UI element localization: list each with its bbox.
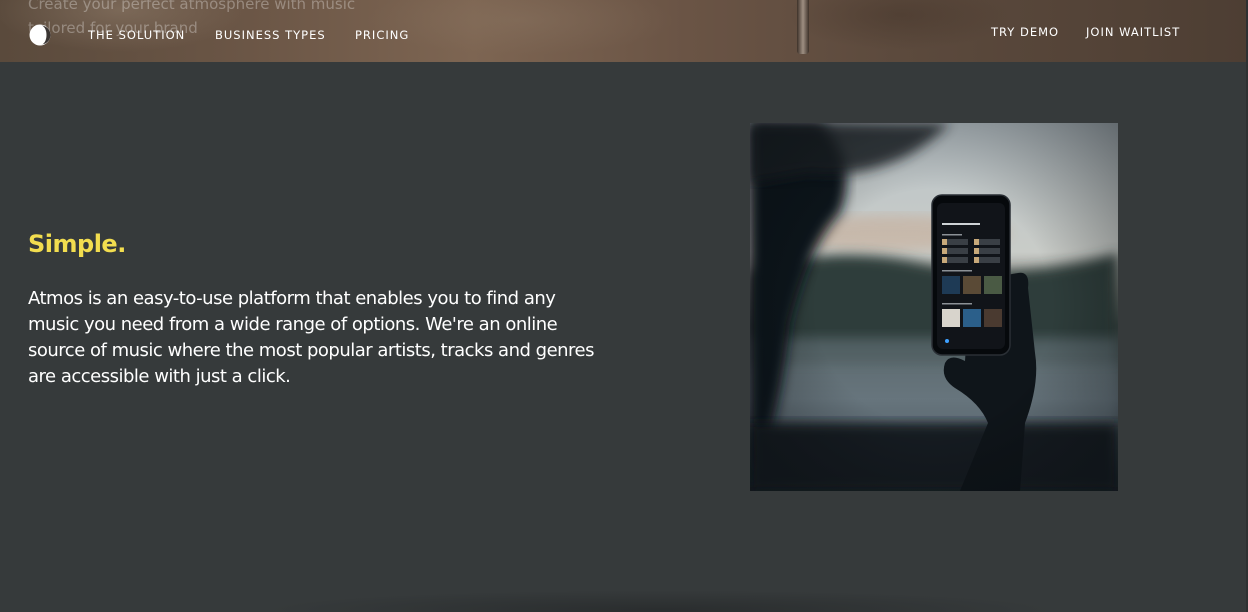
bottom-shadow	[260, 590, 1060, 612]
nav-join-waitlist[interactable]: JOIN WAITLIST	[1086, 25, 1180, 39]
nav-try-demo[interactable]: TRY DEMO	[991, 25, 1059, 39]
hero-tagline-line1: Create your perfect atmosphere with musi…	[28, 0, 356, 13]
nav-the-solution[interactable]: THE SOLUTION	[88, 28, 185, 42]
section-title: Simple.	[28, 230, 126, 258]
site-header: Create your perfect atmosphere with musi…	[0, 0, 1246, 62]
nav-pricing[interactable]: PRICING	[355, 28, 409, 42]
nav-business-types[interactable]: BUSINESS TYPES	[215, 28, 326, 42]
photo-illustration	[750, 123, 1118, 491]
section-description: Atmos is an easy-to-use platform that en…	[28, 288, 595, 387]
atmos-logo-icon[interactable]	[29, 24, 51, 46]
hand-holding-phone-photo	[750, 123, 1118, 491]
hero-image-pole	[797, 0, 809, 54]
page: Create your perfect atmosphere with musi…	[0, 0, 1248, 612]
